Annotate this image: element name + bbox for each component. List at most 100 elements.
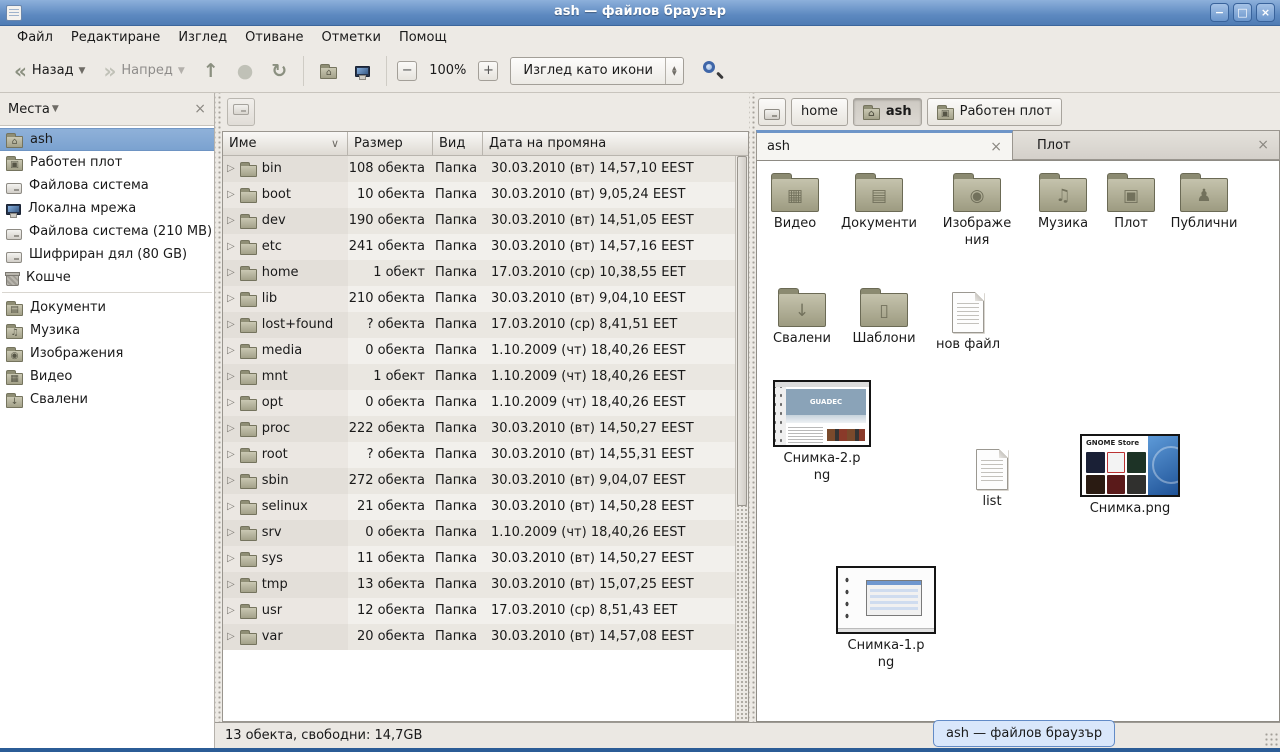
path-home-button[interactable]: home bbox=[791, 98, 848, 126]
expander-icon[interactable]: ▷ bbox=[227, 286, 235, 312]
vertical-scrollbar[interactable] bbox=[735, 156, 748, 721]
column-header-date[interactable]: Дата на промяна bbox=[483, 132, 748, 156]
menu-go[interactable]: Отиване bbox=[236, 28, 312, 47]
table-row[interactable]: ▷ sbin 272 обекта Папка 30.03.2010 (вт) … bbox=[223, 468, 735, 494]
table-row[interactable]: ▷ tmp 13 обекта Папка 30.03.2010 (вт) 15… bbox=[223, 572, 735, 598]
column-header-name[interactable]: Име ∨ bbox=[223, 132, 348, 156]
column-header-type[interactable]: Вид bbox=[433, 132, 483, 156]
table-row[interactable]: ▷ proc 222 обекта Папка 30.03.2010 (вт) … bbox=[223, 416, 735, 442]
expander-icon[interactable]: ▷ bbox=[227, 468, 235, 494]
expander-icon[interactable]: ▷ bbox=[227, 364, 235, 390]
table-row[interactable]: ▷ etc 241 обекта Папка 30.03.2010 (вт) 1… bbox=[223, 234, 735, 260]
sidebar-item-home-ash[interactable]: ⌂ ash bbox=[0, 128, 214, 151]
table-row[interactable]: ▷ srv 0 обекта Папка 1.10.2009 (чт) 18,4… bbox=[223, 520, 735, 546]
grid-item-snimka[interactable]: GNOME Store Снимка.png bbox=[1078, 434, 1182, 517]
zoom-in-button[interactable]: + bbox=[478, 61, 498, 81]
table-row[interactable]: ▷ opt 0 обекта Папка 1.10.2009 (чт) 18,4… bbox=[223, 390, 735, 416]
table-row[interactable]: ▷ lost+found ? обекта Папка 17.03.2010 (… bbox=[223, 312, 735, 338]
grid-item-snimka2[interactable]: GUADEC Снимка-2.png bbox=[770, 380, 874, 484]
search-button[interactable] bbox=[700, 58, 726, 84]
grid-item-templates[interactable]: ▯ Шаблони bbox=[846, 286, 922, 347]
grid-item-new-file[interactable]: нов файл bbox=[930, 288, 1006, 353]
zoom-out-button[interactable]: − bbox=[397, 61, 417, 81]
expander-icon[interactable]: ▷ bbox=[227, 260, 235, 286]
close-button[interactable]: × bbox=[1256, 3, 1275, 22]
table-row[interactable]: ▷ selinux 21 обекта Папка 30.03.2010 (вт… bbox=[223, 494, 735, 520]
back-button[interactable]: « Назад ▼ bbox=[8, 59, 91, 83]
table-row[interactable]: ▷ var 20 обекта Папка 30.03.2010 (вт) 14… bbox=[223, 624, 735, 650]
expander-icon[interactable]: ▷ bbox=[227, 442, 235, 468]
expander-icon[interactable]: ▷ bbox=[227, 390, 235, 416]
table-row[interactable]: ▷ dev 190 обекта Папка 30.03.2010 (вт) 1… bbox=[223, 208, 735, 234]
grid-item-video[interactable]: ▦ Видео bbox=[757, 171, 833, 232]
tab-close-icon[interactable]: × bbox=[990, 139, 1002, 155]
path-desktop-button[interactable]: ▣ Работен плот bbox=[927, 98, 1062, 126]
expander-icon[interactable]: ▷ bbox=[227, 546, 235, 572]
sidebar-header[interactable]: Места ▼ × bbox=[0, 93, 214, 126]
home-button[interactable]: ⌂ bbox=[314, 59, 343, 83]
expander-icon[interactable]: ▷ bbox=[227, 156, 235, 182]
table-row[interactable]: ▷ root ? обекта Папка 30.03.2010 (вт) 14… bbox=[223, 442, 735, 468]
view-mode-combobox[interactable]: Изглед като икони ▲▼ bbox=[510, 57, 683, 85]
menu-edit[interactable]: Редактиране bbox=[62, 28, 169, 47]
sidebar-item-local-network[interactable]: Локална мрежа bbox=[0, 197, 214, 220]
table-row[interactable]: ▷ home 1 обект Папка 17.03.2010 (ср) 10,… bbox=[223, 260, 735, 286]
expander-icon[interactable]: ▷ bbox=[227, 598, 235, 624]
grid-item-documents[interactable]: ▤ Документи bbox=[841, 171, 917, 232]
expander-icon[interactable]: ▷ bbox=[227, 182, 235, 208]
column-header-size[interactable]: Размер bbox=[348, 132, 433, 156]
sidebar-item-downloads[interactable]: ↓ Свалени bbox=[0, 388, 214, 411]
tab-ash[interactable]: ash × bbox=[756, 130, 1013, 160]
minimize-button[interactable]: − bbox=[1210, 3, 1229, 22]
grid-item-desktop[interactable]: ▣ Плот bbox=[1093, 171, 1169, 232]
menu-view[interactable]: Изглед bbox=[169, 28, 236, 47]
sidebar-item-music[interactable]: ♫ Музика bbox=[0, 319, 214, 342]
grid-item-list[interactable]: list bbox=[954, 445, 1030, 510]
table-row[interactable]: ▷ media 0 обекта Папка 1.10.2009 (чт) 18… bbox=[223, 338, 735, 364]
pane-splitter[interactable] bbox=[215, 93, 222, 748]
expander-icon[interactable]: ▷ bbox=[227, 494, 235, 520]
expander-icon[interactable]: ▷ bbox=[227, 312, 235, 338]
menu-file[interactable]: Файл bbox=[8, 28, 62, 47]
tab-close-icon[interactable]: × bbox=[1257, 137, 1269, 153]
menu-bookmarks[interactable]: Отметки bbox=[312, 28, 389, 47]
grid-item-downloads[interactable]: ↓ Свалени bbox=[764, 286, 840, 347]
sidebar-item-desktop[interactable]: ▣ Работен плот bbox=[0, 151, 214, 174]
sidebar-item-filesystem-210mb[interactable]: Файлова система (210 MB) bbox=[0, 220, 214, 243]
sidebar-item-video[interactable]: ▦ Видео bbox=[0, 365, 214, 388]
scrollbar-thumb[interactable] bbox=[737, 156, 747, 506]
expander-icon[interactable]: ▷ bbox=[227, 624, 235, 650]
stop-button[interactable]: ● bbox=[231, 58, 260, 84]
sidebar-item-documents[interactable]: ▤ Документи bbox=[0, 296, 214, 319]
expander-icon[interactable]: ▷ bbox=[227, 572, 235, 598]
pane-splitter[interactable] bbox=[749, 93, 756, 748]
sidebar-item-pictures[interactable]: ◉ Изображения bbox=[0, 342, 214, 365]
sidebar-close-icon[interactable]: × bbox=[194, 101, 206, 117]
grid-item-pictures[interactable]: ◉ Изображения bbox=[939, 171, 1015, 249]
path-ash-button[interactable]: ⌂ ash bbox=[853, 98, 922, 126]
expander-icon[interactable]: ▷ bbox=[227, 234, 235, 260]
reload-button[interactable]: ↻ bbox=[265, 58, 293, 84]
expander-icon[interactable]: ▷ bbox=[227, 208, 235, 234]
table-row[interactable]: ▷ lib 210 обекта Папка 30.03.2010 (вт) 9… bbox=[223, 286, 735, 312]
grid-item-public[interactable]: ♟ Публични bbox=[1166, 171, 1242, 232]
back-dropdown-icon[interactable]: ▼ bbox=[79, 66, 86, 76]
table-row[interactable]: ▷ sys 11 обекта Папка 30.03.2010 (вт) 14… bbox=[223, 546, 735, 572]
resize-grip-icon[interactable] bbox=[1264, 732, 1278, 746]
table-row[interactable]: ▷ usr 12 обекта Папка 17.03.2010 (ср) 8,… bbox=[223, 598, 735, 624]
sidebar-item-trash[interactable]: Кошче bbox=[0, 266, 214, 289]
computer-button[interactable] bbox=[349, 60, 376, 81]
menu-help[interactable]: Помощ bbox=[390, 28, 456, 47]
up-button[interactable]: ↑ bbox=[197, 58, 225, 84]
path-root-button[interactable] bbox=[758, 98, 786, 126]
forward-button[interactable]: » Напред ▼ bbox=[97, 59, 190, 83]
expander-icon[interactable]: ▷ bbox=[227, 338, 235, 364]
table-row[interactable]: ▷ boot 10 обекта Папка 30.03.2010 (вт) 9… bbox=[223, 182, 735, 208]
table-row[interactable]: ▷ mnt 1 обект Папка 1.10.2009 (чт) 18,40… bbox=[223, 364, 735, 390]
expander-icon[interactable]: ▷ bbox=[227, 520, 235, 546]
root-location-button[interactable] bbox=[227, 98, 255, 126]
grid-item-snimka1[interactable]: Снимка-1.png bbox=[834, 566, 938, 671]
grid-item-music[interactable]: ♫ Музика bbox=[1025, 171, 1101, 232]
sidebar-item-encrypted-80gb[interactable]: Шифриран дял (80 GB) bbox=[0, 243, 214, 266]
expander-icon[interactable]: ▷ bbox=[227, 416, 235, 442]
